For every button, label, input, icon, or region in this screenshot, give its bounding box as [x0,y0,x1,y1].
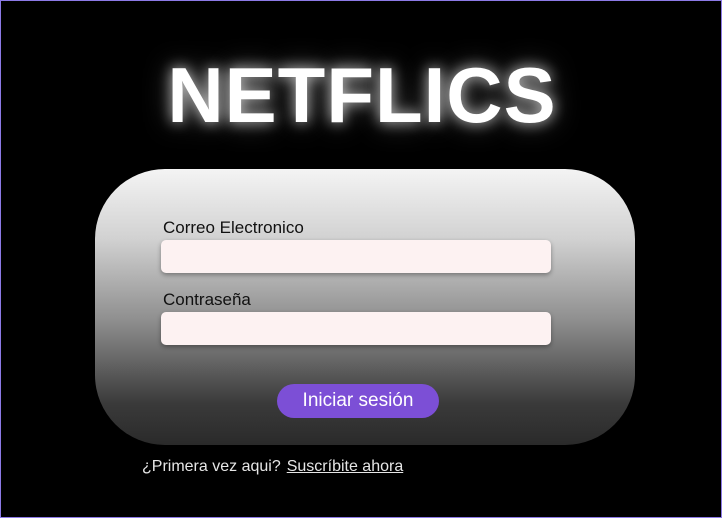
login-button[interactable]: Iniciar sesión [277,384,439,418]
password-field[interactable] [161,312,551,345]
email-field[interactable] [161,240,551,273]
email-label: Correo Electronico [163,218,304,237]
brand-title: NETFLICS [167,51,557,139]
signup-prompt: ¿Primera vez aqui? [142,458,281,475]
signup-row: ¿Primera vez aqui? Suscríbite ahora [142,457,403,477]
login-card: Correo Electronico Contraseña Iniciar se… [95,169,635,445]
password-label: Contraseña [163,290,251,309]
app-window: NETFLICS Correo Electronico Contraseña I… [0,0,722,518]
signup-link[interactable]: Suscríbite ahora [287,458,404,475]
